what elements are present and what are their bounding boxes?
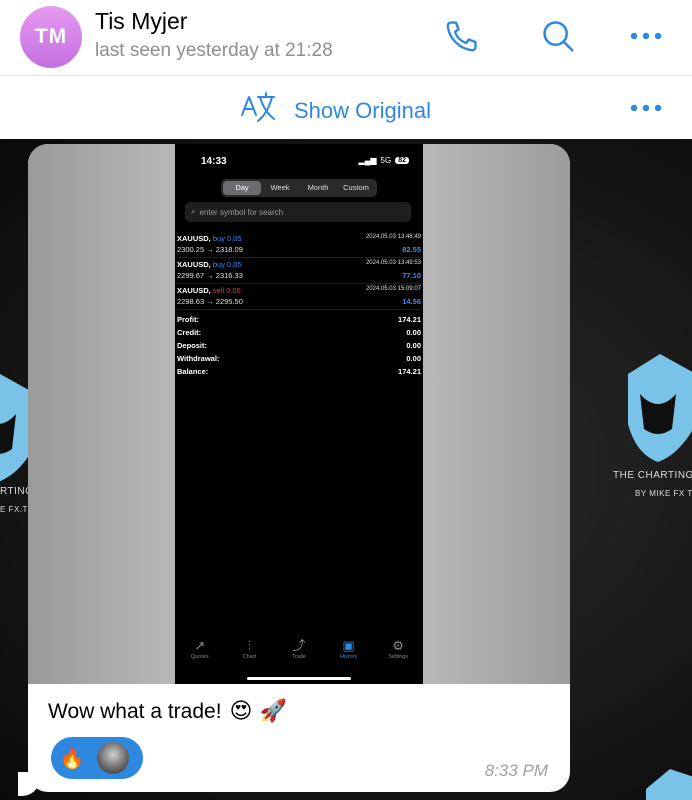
message-text: Wow what a trade! [48, 699, 222, 723]
message-bubble[interactable]: 14:33 ▂▄▆ 5G 82 Day Week Month Custom ⌕ … [28, 144, 570, 792]
summary-value: 174.21 [398, 315, 421, 324]
symbol-search-placeholder: enter symbol for search [199, 207, 284, 217]
message-emojis: 😍 🚀 [229, 699, 287, 724]
translate-bar: Show Original [0, 77, 692, 139]
summary-label: Withdrawal: [177, 354, 220, 363]
summary-label: Credit: [177, 328, 202, 337]
tab-label: Quotes [190, 654, 209, 660]
summary-value: 0.00 [406, 341, 421, 350]
tab-quotes: ↗ Quotes [175, 635, 225, 669]
tab-label: Settings [388, 654, 409, 660]
signal-icon: ▂▄▆ [358, 156, 377, 165]
segment-month: Month [307, 183, 329, 192]
battery-badge: 82 [395, 157, 409, 164]
app-tab-bar: ↗ Quotes ⫶ Chart ⤴ Trade ▣ History ⚙ Settings [175, 635, 423, 669]
tab-label: Trade [291, 654, 307, 660]
period-segmented-control: Day Week Month Custom [221, 179, 377, 197]
settings-icon: ⚙ [392, 638, 404, 653]
trade-side: sell 0.05 [212, 286, 241, 295]
trade-date: 2024.05.03 13:49:53 [365, 260, 421, 266]
tab-trade: ⤴ Trade [274, 635, 324, 669]
trade-symbol: XAUUSD, [177, 286, 211, 295]
trade-profit: 82.55 [402, 245, 421, 254]
summary-credit: Credit: 0.00 [177, 328, 421, 337]
last-seen-status: last seen yesterday at 21:28 [95, 40, 333, 61]
segment-day: Day [223, 181, 261, 195]
trade-date: 2024.05.03 13:48:49 [365, 234, 421, 240]
summary-label: Balance: [177, 367, 209, 376]
trade-side: buy 0.05 [212, 260, 242, 269]
summary-value: 174.21 [398, 367, 421, 376]
trade-date: 2024.05.03 15:09:07 [365, 286, 421, 292]
quotes-icon: ↗ [194, 638, 206, 653]
tab-chart: ⫶ Chart [225, 635, 275, 669]
segment-week: Week [270, 183, 290, 192]
message-caption: Wow what a trade! 😍 🚀 [48, 699, 287, 724]
search-icon[interactable] [536, 12, 580, 60]
tab-settings: ⚙ Settings [373, 635, 423, 669]
message-photo[interactable]: 14:33 ▂▄▆ 5G 82 Day Week Month Custom ⌕ … [28, 144, 570, 684]
trade-prices: 2300.25 → 2318.09 [177, 245, 243, 254]
phone-time: 14:33 [201, 156, 227, 167]
trade-symbol: XAUUSD, [177, 234, 211, 243]
tab-label: Chart [242, 654, 257, 660]
symbol-search: ⌕ enter symbol for search [185, 202, 411, 222]
network-label: 5G [380, 156, 392, 165]
contact-name[interactable]: Tis Myjer [95, 8, 187, 35]
summary-value: 0.00 [406, 354, 421, 363]
phone-icon[interactable] [440, 12, 484, 60]
trade-symbol: XAUUSD, [177, 260, 211, 269]
trade-row: XAUUSD, sell 0.05 2024.05.03 15:09:07 22… [177, 284, 421, 310]
segment-custom: Custom [343, 183, 369, 192]
bull-shield-logo-bottom [640, 749, 692, 800]
avatar-initials: TM [34, 25, 68, 48]
bull-shield-logo [620, 344, 692, 469]
home-indicator [247, 677, 351, 680]
summary-balance: Balance: 174.21 [177, 367, 421, 376]
summary-profit: Profit: 174.21 [177, 315, 421, 324]
contact-avatar[interactable]: TM [20, 6, 82, 68]
tab-history: ▣ History [324, 635, 374, 669]
show-original-label: Show Original [294, 97, 431, 123]
translate-more-icon[interactable] [624, 91, 668, 125]
history-icon: ▣ [342, 638, 355, 653]
search-icon-small: ⌕ [191, 207, 196, 216]
summary-label: Deposit: [177, 341, 207, 350]
trade-prices: 2299.67 → 2316.33 [177, 271, 243, 280]
show-original-button[interactable]: Show Original [240, 91, 431, 130]
summary-deposit: Deposit: 0.00 [177, 341, 421, 350]
trade-profit: 77.10 [402, 271, 421, 280]
watermark-subtitle-right: BY MIKE FX TRA [635, 489, 692, 498]
fire-reaction-icon: 🔥 [59, 746, 85, 770]
more-icon[interactable] [624, 12, 668, 60]
summary-value: 0.00 [406, 328, 421, 337]
phone-status-bar: ▂▄▆ 5G 82 [359, 156, 409, 165]
trade-row: XAUUSD, buy 0.05 2024.05.03 13:48:49 230… [177, 232, 421, 258]
trade-prices: 2298.63 → 2295.50 [177, 297, 243, 306]
chat-header: TM Tis Myjer last seen yesterday at 21:2… [0, 0, 692, 76]
trade-profit: 14.56 [402, 297, 421, 306]
reaction-pill[interactable]: 🔥 [51, 737, 143, 779]
trade-icon: ⤴ [292, 638, 306, 653]
chart-icon: ⫶ [247, 638, 252, 653]
translate-icon [240, 91, 276, 130]
trade-side: buy 0.05 [212, 234, 242, 243]
reactor-avatar [97, 742, 129, 774]
trading-app-screenshot: 14:33 ▂▄▆ 5G 82 Day Week Month Custom ⌕ … [175, 144, 423, 684]
watermark-title-right: THE CHARTING [613, 470, 692, 481]
summary-withdrawal: Withdrawal: 0.00 [177, 354, 421, 363]
tab-label: History [340, 654, 358, 660]
message-timestamp: 8:33 PM [484, 761, 548, 780]
trade-row: XAUUSD, buy 0.05 2024.05.03 13:49:53 229… [177, 258, 421, 284]
summary-label: Profit: [177, 315, 200, 324]
